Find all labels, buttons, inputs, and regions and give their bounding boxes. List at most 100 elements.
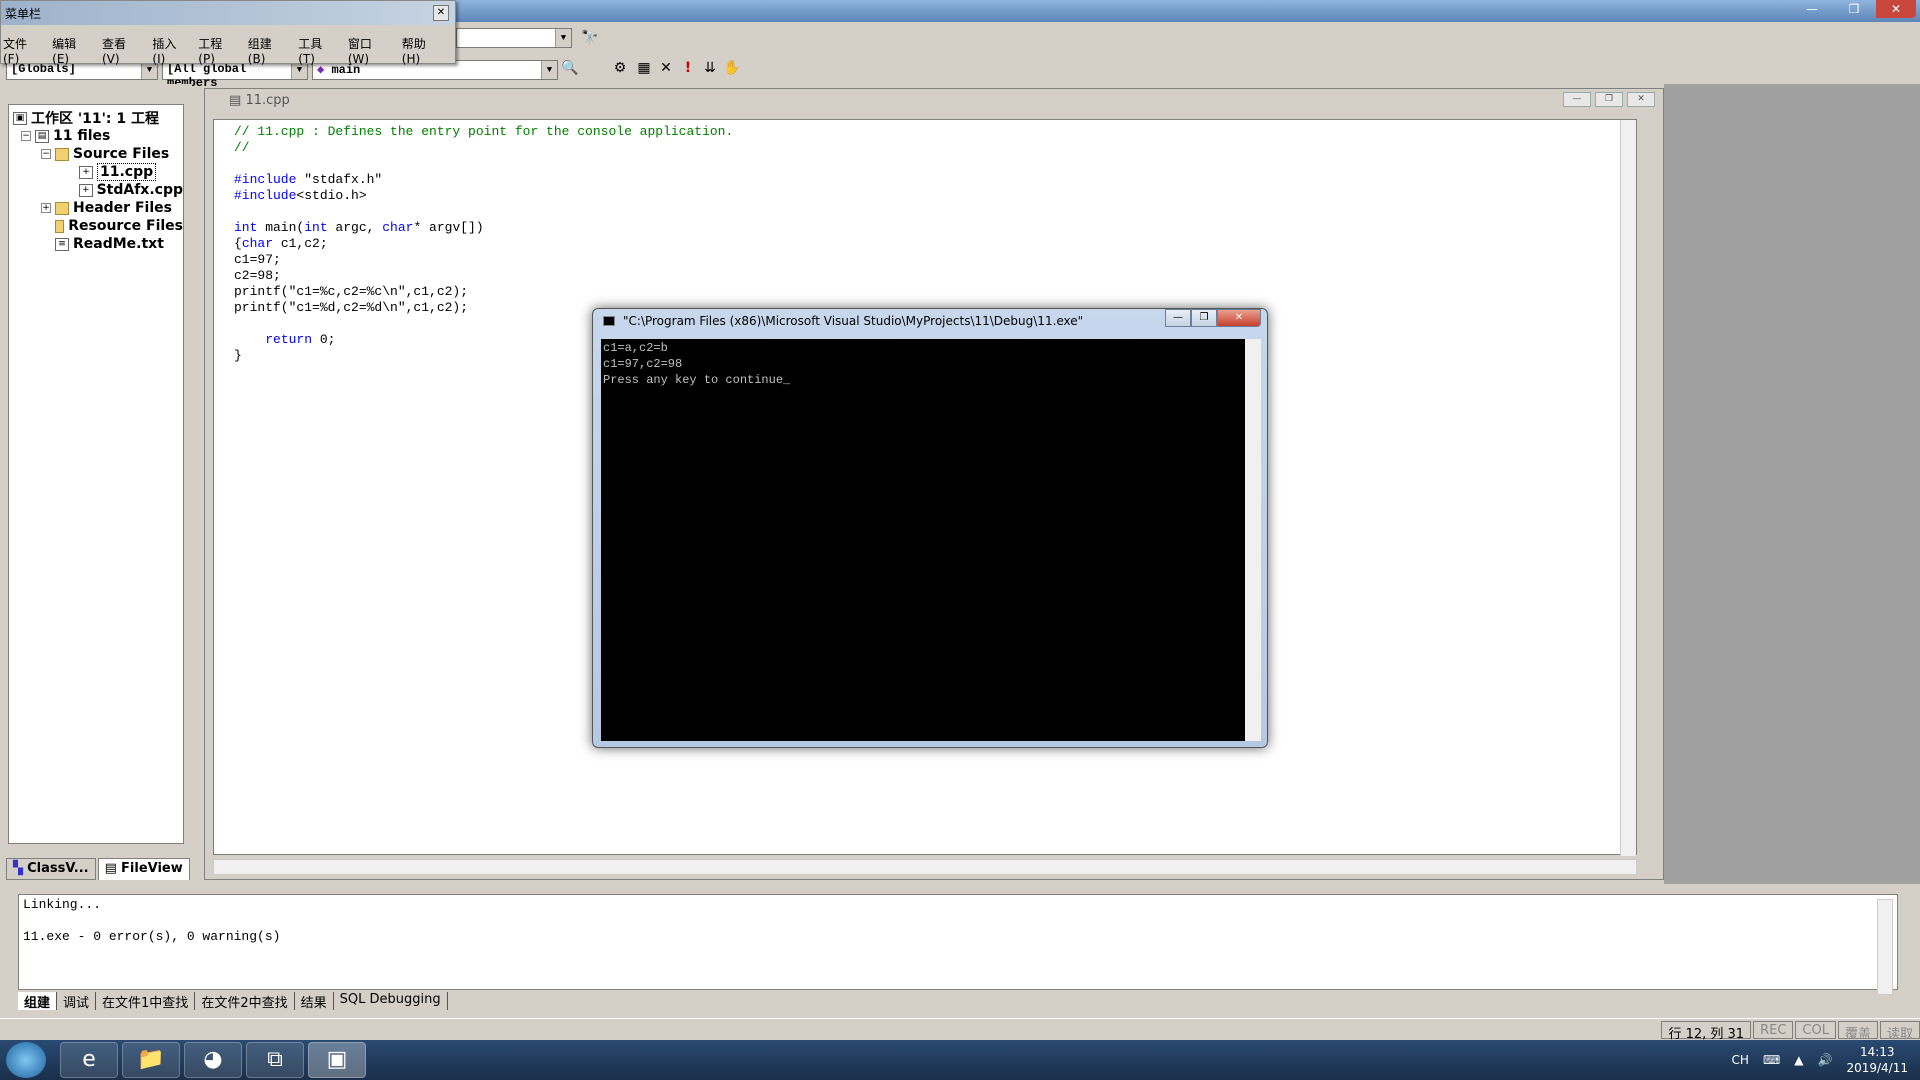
console-output[interactable]: c1=a,c2=b c1=97,c2=98 Press any key to con… — [601, 339, 1261, 741]
tree-file-stdafx[interactable]: + StdAfx.cpp — [13, 181, 183, 199]
file-tree: ▣ 工作区 '11': 1 工程 − ▤ 11 files − Source F… — [8, 104, 184, 844]
code-line: printf("c1=%c,c2=%c\n",c1,c2); — [234, 284, 469, 299]
explorer-taskbar-icon[interactable]: 📁 — [122, 1042, 180, 1078]
code-line: c1=97; — [234, 252, 281, 267]
clock-date: 2019/4/11 — [1846, 1061, 1908, 1075]
document-icon: ▤ — [229, 93, 242, 108]
menu-item[interactable]: 工具(T) — [298, 35, 338, 66]
compile-icon[interactable]: ⚙ — [610, 58, 630, 78]
mdi-background — [1664, 84, 1920, 884]
status-col: COL — [1795, 1021, 1836, 1039]
output-scrollbar[interactable] — [1877, 899, 1893, 995]
workspace-pane: ▣ 工作区 '11': 1 工程 − ▤ 11 files − Source F… — [0, 84, 192, 884]
tree-header-files[interactable]: + Header Files — [13, 199, 183, 217]
console-minimize-button[interactable]: — — [1165, 309, 1191, 327]
status-cells: 行 12, 列 31 REC COL 覆盖 读取 — [1661, 1021, 1920, 1042]
console-line: c1=97,c2=98 — [603, 357, 683, 371]
menu-item[interactable]: 文件(F) — [3, 35, 42, 66]
editor-vertical-scrollbar[interactable] — [1620, 120, 1636, 856]
menu-items: 文件(F) 编辑(E) 查看(V) 插入(I) 工程(P) 组建(B) 工具(T) 窗口(W)… — [1, 25, 455, 66]
cursor-position: 行 12, 列 31 — [1661, 1021, 1752, 1042]
breakpoint-icon[interactable]: ✋ — [722, 58, 742, 78]
menu-bar-close-icon[interactable]: ✕ — [433, 5, 449, 21]
expand-icon[interactable]: + — [41, 203, 51, 213]
keyboard-icon[interactable]: ⌨ — [1763, 1053, 1780, 1067]
system-tray: CH ⌨ ▲ 🔊 14:13 2019/4/11 — [1732, 1044, 1908, 1076]
tree-readme[interactable]: ≡ ReadMe.txt — [13, 235, 183, 253]
close-button[interactable]: ✕ — [1876, 0, 1916, 18]
workspace-tabs: ▚ ClassV... ▤ FileView — [6, 858, 190, 880]
console-line: c1=a,c2=b — [603, 341, 668, 355]
menu-item[interactable]: 窗口(W) — [348, 35, 392, 66]
editor-titlebar: ▤ 11.cpp — ❐ ✕ — [205, 89, 1663, 111]
tab-fileview[interactable]: ▤ FileView — [97, 858, 190, 880]
console-scrollbar[interactable] — [1245, 339, 1261, 741]
fileview-icon: ▤ — [104, 861, 117, 876]
build-icon[interactable]: ▦ — [634, 58, 654, 78]
status-read: 读取 — [1879, 1021, 1920, 1042]
tree-source-files[interactable]: − Source Files — [13, 145, 183, 163]
start-button[interactable] — [6, 1042, 46, 1078]
workspace-icon: ▣ — [13, 111, 27, 125]
execute-icon[interactable]: ! — [678, 58, 698, 78]
tree-project[interactable]: − ▤ 11 files — [13, 127, 183, 145]
editor-title: 11.cpp — [245, 93, 290, 108]
media-taskbar-icon[interactable]: ◕ — [184, 1042, 242, 1078]
tab-classview-label: ClassV... — [27, 861, 89, 876]
output-tab[interactable]: 在文件2中查找 — [195, 992, 295, 1011]
code-line: #include<stdio.h> — [234, 188, 367, 203]
visual-studio-taskbar-icon[interactable]: ⧉ — [246, 1042, 304, 1078]
menu-item[interactable]: 编辑(E) — [52, 35, 92, 66]
cpp-file-icon: + — [79, 183, 93, 197]
tree-resource-label: Resource Files — [68, 218, 183, 234]
tree-root[interactable]: ▣ 工作区 '11': 1 工程 — [13, 109, 183, 127]
wizard-icon[interactable]: 🔍 — [560, 58, 580, 78]
clock[interactable]: 14:13 2019/4/11 — [1846, 1044, 1908, 1076]
collapse-icon[interactable]: − — [21, 131, 31, 141]
volume-icon[interactable]: 🔊 — [1818, 1053, 1833, 1067]
output-tab[interactable]: 调试 — [57, 992, 97, 1011]
console-taskbar-icon[interactable]: ▣ — [308, 1042, 366, 1078]
tree-file-label: StdAfx.cpp — [96, 182, 183, 198]
language-indicator[interactable]: CH — [1732, 1053, 1749, 1067]
tray-arrow-icon[interactable]: ▲ — [1794, 1053, 1803, 1067]
stop-build-icon[interactable]: ✕ — [656, 58, 676, 78]
folder-icon — [55, 219, 65, 233]
output-tab[interactable]: SQL Debugging — [334, 992, 448, 1010]
editor-close-button[interactable]: ✕ — [1627, 92, 1655, 107]
tree-project-label: 11 files — [53, 128, 111, 144]
console-maximize-button[interactable]: ❐ — [1191, 309, 1217, 327]
tree-file-11cpp[interactable]: + 11.cpp — [13, 163, 183, 181]
minimize-button[interactable]: — — [1792, 0, 1832, 18]
find-combo[interactable]: ▼ — [456, 28, 572, 48]
console-line: Press any key to continue_ — [603, 373, 791, 387]
output-pane: Linking... 11.exe - 0 error(s), 0 warning… — [0, 890, 1920, 1014]
menu-item[interactable]: 组建(B) — [248, 35, 288, 66]
tree-root-label: 工作区 '11': 1 工程 — [31, 111, 160, 127]
collapse-icon[interactable]: − — [41, 149, 51, 159]
menu-item[interactable]: 查看(V) — [102, 35, 142, 66]
menu-item[interactable]: 帮助(H) — [402, 35, 443, 66]
maximize-button[interactable]: ❐ — [1834, 0, 1874, 18]
project-icon: ▤ — [35, 129, 49, 143]
ie-taskbar-icon[interactable]: e — [60, 1042, 118, 1078]
output-tab[interactable]: 结果 — [295, 992, 334, 1011]
console-close-button[interactable]: ✕ — [1217, 309, 1261, 327]
clock-time: 14:13 — [1859, 1045, 1895, 1059]
editor-horizontal-scrollbar[interactable] — [213, 859, 1637, 875]
tab-classview[interactable]: ▚ ClassV... — [6, 858, 96, 880]
build-output[interactable]: Linking... 11.exe - 0 error(s), 0 warning… — [18, 894, 1898, 995]
tree-resource-files[interactable]: Resource Files — [13, 217, 183, 235]
go-icon[interactable]: ⇊ — [700, 58, 720, 78]
menu-item[interactable]: 工程(P) — [198, 35, 237, 66]
menu-item[interactable]: 插入(I) — [152, 35, 188, 66]
output-tab[interactable]: 在文件1中查找 — [96, 992, 196, 1011]
status-rec: REC — [1753, 1021, 1794, 1039]
find-in-files-icon[interactable]: 🔭 — [580, 28, 600, 48]
editor-minimize-button[interactable]: — — [1563, 92, 1591, 107]
toolbar: ▼ 🔭 — [456, 24, 1920, 54]
editor-restore-button[interactable]: ❐ — [1595, 92, 1623, 107]
output-tab[interactable]: 组建 — [18, 992, 58, 1011]
floating-menu-bar: 菜单栏 ✕ 文件(F) 编辑(E) 查看(V) 插入(I) 工程(P) 组建(B) 工具(T… — [0, 0, 456, 66]
